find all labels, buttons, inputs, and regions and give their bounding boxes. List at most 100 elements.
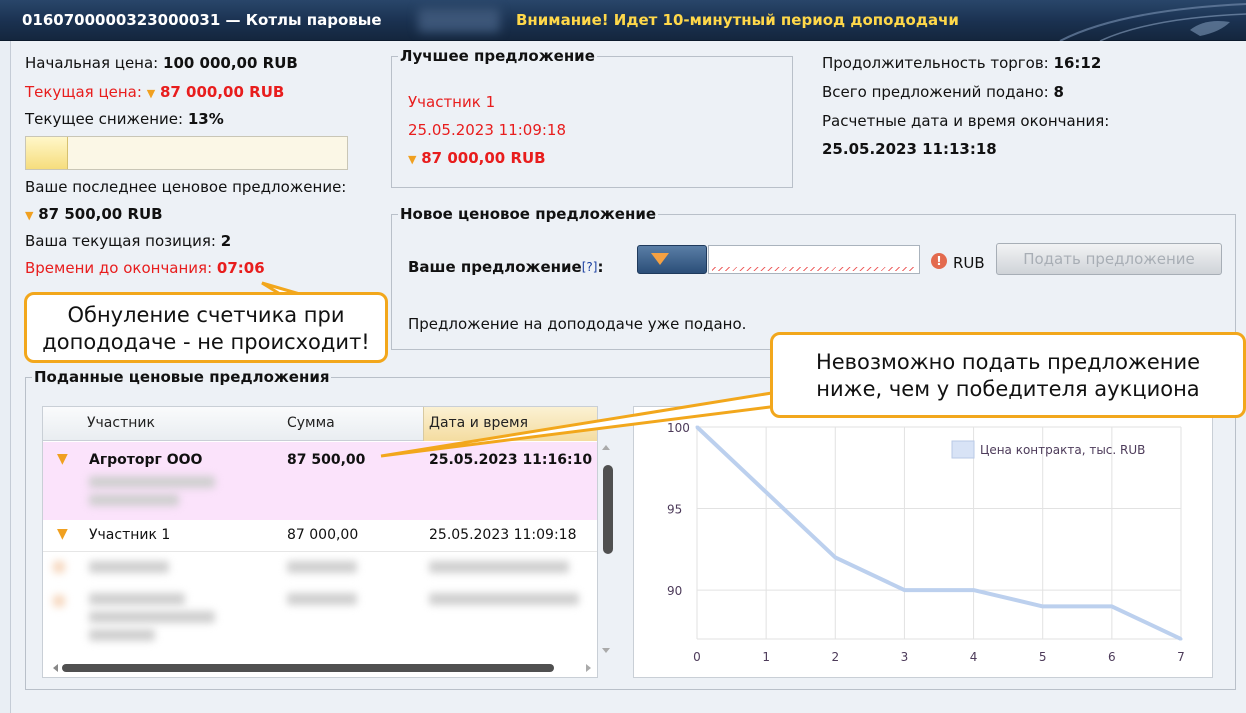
- table-header: Участник Сумма Дата и время: [43, 407, 597, 441]
- scroll-left-icon[interactable]: [53, 664, 58, 672]
- decrease-price-button[interactable]: [637, 245, 707, 274]
- start-price-label: Начальная цена:: [25, 54, 164, 72]
- redacted-icon: [53, 595, 65, 607]
- table-row[interactable]: ▼ Участник 1 87 000,00 25.05.2023 11:09:…: [43, 520, 597, 552]
- row-amount: 87 000,00: [287, 527, 359, 543]
- callout-text-line: ниже, чем у победителя аукциона: [816, 377, 1200, 401]
- best-offer-participant: Участник 1: [408, 93, 496, 111]
- globe-decoration-icon: [1059, 3, 1246, 41]
- x-tick-label: 4: [970, 650, 978, 664]
- end-time-value: 25.05.2023 11:13:18: [822, 140, 997, 158]
- down-arrow-icon: ▼: [57, 526, 68, 542]
- redacted-text: [89, 593, 185, 605]
- redacted-text: [418, 8, 500, 32]
- counter-reset-callout: Обнуление счетчика при допододаче - не п…: [24, 292, 388, 363]
- offers-legend: Поданные ценовые предложения: [34, 368, 330, 386]
- x-tick-label: 5: [1039, 650, 1047, 664]
- row-participant: Участник 1: [89, 527, 171, 543]
- x-tick-label: 0: [693, 650, 701, 664]
- top-bar: 0160700000323000031 — Котлы паровые Вним…: [0, 0, 1246, 41]
- redacted-text: [89, 561, 169, 573]
- best-offer-legend: Лучшее предложение: [400, 47, 595, 65]
- table-row-redacted: [43, 587, 597, 657]
- series-line: [695, 425, 1182, 641]
- down-arrow-icon: ▼: [57, 451, 68, 467]
- redacted-icon: [53, 561, 65, 573]
- redacted-text: [89, 629, 155, 641]
- reduction-progress-fill: [26, 137, 68, 169]
- row-participant: Агроторг ООО: [89, 452, 203, 468]
- data-point: [902, 588, 906, 592]
- row-datetime: 25.05.2023 11:16:10: [429, 452, 593, 468]
- your-offer-label: Ваше предложение[?]:: [408, 257, 603, 277]
- current-price-value: 87 000,00 RUB: [159, 83, 285, 101]
- total-offers-label: Всего предложений подано:: [822, 83, 1054, 101]
- submit-offer-button[interactable]: Подать предложение: [996, 243, 1222, 275]
- down-arrow-icon: ▼: [25, 209, 34, 222]
- y-tick-label: 100: [667, 421, 690, 435]
- col-participant[interactable]: Участник: [87, 415, 155, 431]
- current-reduction: Текущее снижение: 13%: [25, 109, 224, 129]
- scroll-down-icon[interactable]: [602, 648, 610, 653]
- your-offer-text: Ваше предложение: [408, 258, 582, 276]
- callout-text-line: Обнуление счетчика при: [67, 303, 345, 327]
- scroll-right-icon[interactable]: [586, 664, 591, 672]
- data-point: [833, 555, 837, 559]
- x-tick-label: 1: [762, 650, 770, 664]
- down-arrow-icon: [651, 253, 669, 265]
- last-offer-value: 87 500,00 RUB: [38, 205, 163, 223]
- duration-value: 16:12: [1053, 54, 1102, 72]
- lot-title: 0160700000323000031 — Котлы паровые: [22, 11, 382, 29]
- vertical-scroll-thumb[interactable]: [603, 465, 613, 554]
- currency-label: RUB: [953, 254, 985, 272]
- validation-underline: [712, 267, 916, 271]
- table-row-redacted: [43, 553, 597, 583]
- callout-text-line: Невозможно подать предложение: [815, 350, 1201, 374]
- legend-swatch: [951, 440, 975, 459]
- redacted-text: [429, 593, 579, 605]
- row-amount: 87 500,00: [287, 452, 366, 468]
- horizontal-scroll-thumb[interactable]: [62, 664, 554, 672]
- x-tick-label: 3: [901, 650, 909, 664]
- x-tick-label: 7: [1177, 650, 1185, 664]
- duration-label: Продолжительность торгов:: [822, 54, 1054, 72]
- price-chart-svg: 90 95 100 0 1 2 3 4 5 6 7 Цена контракта, тыс. RUB: [667, 421, 1185, 664]
- data-point: [764, 490, 768, 494]
- best-offer-datetime: 25.05.2023 11:09:18: [408, 121, 567, 139]
- start-price: Начальная цена: 100 000,00 RUB: [25, 53, 298, 73]
- current-reduction-label: Текущее снижение:: [25, 110, 188, 128]
- position-label: Ваша текущая позиция:: [25, 232, 221, 250]
- help-link[interactable]: [?]: [582, 260, 598, 274]
- offers-table: Участник Сумма Дата и время ▼ Агроторг О…: [42, 406, 598, 678]
- scroll-up-icon[interactable]: [602, 445, 610, 450]
- total-offers: Всего предложений подано: 8: [822, 82, 1064, 102]
- position-value: 2: [220, 232, 232, 250]
- data-point: [1041, 604, 1045, 608]
- redacted-text: [287, 593, 357, 605]
- time-left: Времени до окончания: 07:06: [25, 258, 265, 278]
- data-point: [972, 588, 976, 592]
- trade-duration: Продолжительность торгов: 16:12: [822, 53, 1101, 73]
- legend-label: Цена контракта, тыс. RUB: [980, 443, 1145, 457]
- col-amount[interactable]: Сумма: [287, 415, 335, 431]
- time-left-value: 07:06: [216, 259, 265, 277]
- reduction-progress-bar: [25, 136, 348, 170]
- redacted-text: [89, 494, 179, 506]
- end-time-label: Расчетные дата и время окончания:: [822, 112, 1110, 130]
- redacted-text: [89, 476, 215, 488]
- price-chart: 90 95 100 0 1 2 3 4 5 6 7 Цена контракта, тыс. RUB: [633, 406, 1213, 678]
- total-offers-value: 8: [1053, 83, 1064, 101]
- time-left-label: Времени до окончания:: [25, 259, 217, 277]
- redacted-text: [89, 611, 215, 623]
- y-tick-label: 95: [667, 503, 682, 517]
- col-datetime[interactable]: Дата и время: [429, 415, 528, 431]
- table-row[interactable]: ▼ Агроторг ООО 87 500,00 25.05.2023 11:1…: [43, 442, 597, 520]
- y-tick-label: 90: [667, 584, 682, 598]
- redacted-text: [287, 561, 357, 573]
- warning-icon: !: [931, 253, 947, 269]
- row-datetime: 25.05.2023 11:09:18: [429, 527, 577, 543]
- last-offer-label: Ваше последнее ценовое предложение:: [25, 178, 347, 196]
- last-offer: ▼ 87 500,00 RUB: [25, 204, 163, 226]
- your-offer-colon: :: [597, 258, 604, 276]
- data-point: [1179, 637, 1183, 641]
